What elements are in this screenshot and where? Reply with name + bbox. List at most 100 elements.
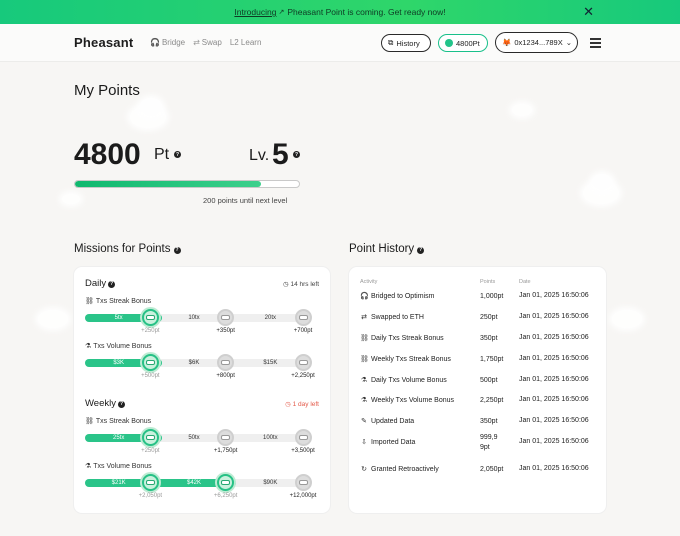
history-activity-text: Daily Txs Streak Bonus [371,334,444,342]
introducing-link[interactable]: Introducing [234,7,276,17]
history-activity-text: Swapped to ETH [371,313,424,321]
coin-icon [145,360,155,365]
history-button[interactable]: ⧉ History [381,34,431,52]
history-row-activity: ⚗ Weekly Txs Volume Bonus [360,396,454,405]
hamburger-menu-icon[interactable] [590,38,601,50]
history-activity-text: Updated Data [371,417,415,425]
main-nav: 🎧 Bridge ⇄ Swap L2 Learn [150,38,261,47]
mission-step-node[interactable] [217,474,235,491]
banner-message: Pheasant Point is coming. Get ready now! [287,7,446,17]
mission-step-node[interactable] [294,354,312,371]
volume-icon: ⚗ [360,377,368,384]
history-row-points: 2,250pt [480,397,504,404]
history-activity-text: Bridged to Optimism [371,292,435,300]
mission-step-label: $15K [263,360,278,366]
pheasant-logo[interactable]: Pheasant [74,35,133,50]
coin-icon [221,315,231,320]
mission-step-label: $6K [188,360,200,366]
missions-title: Missions for Points? [74,243,181,255]
coin-icon [221,435,231,440]
mission-step-reward: +700pt [293,328,313,334]
history-row-points: 350pt [480,418,498,425]
mission-step-node[interactable] [141,474,159,491]
mission-label: ⚗ Txs Volume Bonus [85,462,152,470]
history-card: Activity Points Date 🎧 Bridged to Optimism 1,… [349,267,606,513]
level-label: Lv. [249,147,270,164]
total-points: 4800 [74,138,141,171]
history-row-activity: ✎ Updated Data [360,417,415,426]
history-row-date: Jan 01, 2025 16:50:06 [519,292,589,299]
history-help-icon[interactable]: ? [417,246,425,254]
mission-step-node[interactable] [141,354,159,371]
coin-icon [298,435,308,440]
mission-group-help-icon[interactable]: ? [108,280,116,288]
history-row-date: Jan 01, 2025 16:50:06 [519,355,589,362]
nav-bridge-label: Bridge [161,38,186,47]
mission-step-label: 50tx [188,435,200,441]
mission-step-node[interactable] [294,429,312,446]
nav-swap-label: Swap [201,38,222,47]
history-icon: ⧉ [388,38,394,47]
nav-bridge[interactable]: 🎧 Bridge [150,38,185,47]
mission-step-reward: +3,500pt [291,448,315,454]
history-activity-text: Daily Txs Volume Bonus [371,376,447,384]
mission-step-reward: +250pt [141,448,160,454]
nav-swap[interactable]: ⇄ Swap [193,38,222,47]
retro-icon: ↻ [361,466,367,473]
level-help-icon[interactable]: ? [293,151,300,158]
close-icon[interactable]: ✕ [583,5,594,18]
nav-l2-learn[interactable]: L2 Learn [230,38,262,47]
history-column-header: Date [519,279,531,285]
level-progress-fill [75,181,261,187]
mission-group-title: Daily? [85,278,116,289]
mission-progress-fill [85,479,237,487]
coin-icon [298,480,308,485]
mission-step-label: 10tx [188,315,200,321]
chevron-down-icon: ⌄ [565,38,573,47]
missions-help-icon[interactable]: ? [173,246,181,254]
history-title-text: Point History [349,243,415,255]
progress-text: 200 points until next level [203,196,288,205]
streak-icon: ⛓ [85,418,94,425]
mission-group-help-icon[interactable]: ? [117,400,125,408]
wallet-address: 0x1234...789X [514,38,563,47]
mission-step-node[interactable] [294,309,312,326]
points-button[interactable]: 4800Pt [438,34,488,52]
points-help-icon[interactable]: ? [174,151,181,158]
mission-step-label: $90K [263,480,278,486]
wallet-button[interactable]: 🦊 0x1234...789X ⌄ [495,32,578,53]
mission-step-node[interactable] [141,429,159,446]
top-header: Pheasant 🎧 Bridge ⇄ Swap L2 Learn ⧉ Hist… [0,24,680,62]
streak-icon: ⛓ [85,298,94,305]
missions-title-text: Missions for Points [74,243,171,255]
volume-icon: ⚗ [360,397,368,404]
history-row-points: 500pt [480,377,498,384]
mission-step-node[interactable] [217,354,235,371]
mission-step-node[interactable] [294,474,312,491]
mission-step-label: 100tx [262,435,278,441]
volume-icon: ⚗ [85,343,92,350]
mission-name: Txs Volume Bonus [93,463,152,470]
history-row-activity: ↻ Granted Retroactively [360,465,439,474]
mission-step-reward: +800pt [216,373,235,379]
points-coin-icon [445,39,453,47]
mission-step-node[interactable] [141,309,159,326]
mission-name: Txs Streak Bonus [95,418,152,425]
mission-step-node[interactable] [217,429,235,446]
headset-icon: 🎧 [150,38,160,47]
mission-step-node[interactable] [217,309,235,326]
history-row-date: Jan 01, 2025 16:50:06 [519,376,589,383]
mission-label: ⚗ Txs Volume Bonus [85,342,152,350]
history-row-points: 1,000pt [480,293,504,300]
history-row-points: 250pt [480,314,498,321]
nav-l2-learn-label: L2 Learn [229,38,262,47]
mission-step-reward: +250pt [141,328,160,334]
history-row-points: 1,750pt [480,356,504,363]
history-row-activity: ⛓ Daily Txs Streak Bonus [360,334,444,343]
mission-step-label: 25tx [112,435,125,441]
announcement-banner: Introducing ↗ Pheasant Point is coming. … [0,0,680,24]
history-row-date: Jan 01, 2025 16:50:06 [519,417,589,424]
history-button-label: History [396,38,420,48]
volume-icon: ⚗ [85,463,92,470]
points-button-label: 4800Pt [456,38,480,48]
